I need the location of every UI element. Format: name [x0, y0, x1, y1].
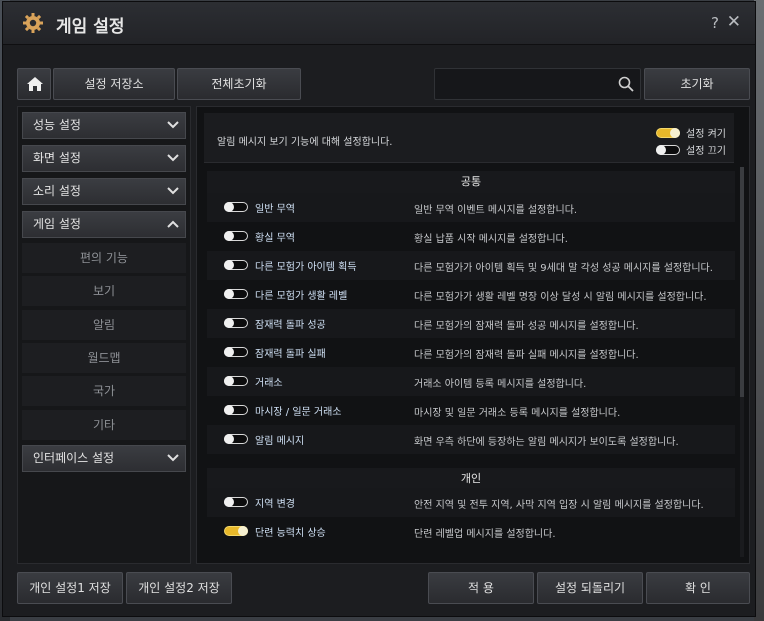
setting-row: 거래소 거래소 아이템 등록 메시지를 설정합니다. [207, 367, 735, 396]
apply-button[interactable]: 적 용 [428, 572, 534, 604]
sidebar-item-game[interactable]: 게임 설정 [22, 211, 186, 238]
setting-name: 지역 변경 [255, 499, 295, 510]
info-text: 알림 메시지 보기 기능에 대해 설정합니다. [217, 137, 393, 148]
setting-desc: 단련 레벨업 메시지를 설정합니다. [414, 529, 556, 540]
setting-name: 잠재력 돌파 실패 [255, 349, 326, 360]
close-icon[interactable]: ✕ [727, 12, 741, 32]
chevron-down-icon [167, 154, 179, 162]
scrollbar-thumb[interactable] [740, 167, 744, 397]
toggle-switch[interactable] [224, 318, 248, 328]
toggle-switch[interactable] [224, 289, 248, 299]
setting-name: 잠재력 돌파 성공 [255, 320, 326, 331]
sidebar-subitem-convenience[interactable]: 편의 기능 [22, 243, 186, 273]
reset-button[interactable]: 초기화 [644, 68, 750, 100]
toggle-switch[interactable] [224, 434, 248, 444]
sidebar-subitem-nation[interactable]: 국가 [22, 376, 186, 406]
toggle-switch[interactable] [224, 405, 248, 415]
chevron-up-icon [167, 220, 179, 228]
setting-name: 단련 능력치 상승 [255, 528, 326, 539]
toggle-switch[interactable] [224, 497, 248, 507]
sidebar: 성능 설정 화면 설정 소리 설정 게임 설정 편의 기능 보기 알림 월드맵 … [17, 106, 191, 564]
info-bar: 알림 메시지 보기 기능에 대해 설정합니다. 설정 켜기 설정 끄기 [204, 113, 734, 163]
toggle-off-icon [656, 144, 681, 155]
setting-name: 알림 메시지 [255, 436, 305, 447]
toggle-switch[interactable] [224, 347, 248, 357]
setting-row: 황실 무역 황실 납품 시작 메시지를 설정합니다. [207, 222, 735, 251]
search-icon[interactable] [618, 76, 634, 92]
title-bar[interactable]: 게임 설정 ? ✕ [3, 2, 755, 45]
toggle-on-icon [656, 127, 681, 138]
save-personal-1-button[interactable]: 개인 설정1 저장 [17, 572, 123, 604]
setting-desc: 화면 우측 하단에 등장하는 알림 메시지가 보이도록 설정합니다. [414, 437, 679, 448]
confirm-button[interactable]: 확 인 [646, 572, 750, 604]
setting-row: 잠재력 돌파 성공 다른 모험가의 잠재력 돌파 성공 메시지를 설정합니다. [207, 309, 735, 338]
revert-button[interactable]: 설정 되돌리기 [537, 572, 643, 604]
setting-row: 다른 모험가 아이템 획득 다른 모험가가 아이템 획득 및 9세대 말 각성 … [207, 251, 735, 280]
setting-desc: 다른 모험가가 아이템 획득 및 9세대 말 각성 성공 메시지를 설정합니다. [414, 263, 713, 274]
toggle-switch[interactable] [224, 260, 248, 270]
setting-desc: 거래소 아이템 등록 메시지를 설정합니다. [414, 379, 587, 390]
setting-row: 알림 메시지 화면 우측 하단에 등장하는 알림 메시지가 보이도록 설정합니다… [207, 425, 735, 454]
toggle-switch[interactable] [224, 526, 248, 536]
sidebar-item-interface[interactable]: 인터페이스 설정 [22, 445, 186, 472]
legend-off: 설정 끄기 [656, 142, 726, 157]
chevron-down-icon [167, 454, 179, 462]
setting-row: 지역 변경 안전 지역 및 전투 지역, 사막 지역 입장 시 알림 메시지를 … [207, 488, 735, 517]
setting-desc: 일반 무역 이벤트 메시지를 설정합니다. [414, 205, 578, 216]
setting-name: 다른 모험가 아이템 획득 [255, 262, 357, 273]
sidebar-subitem-worldmap[interactable]: 월드맵 [22, 343, 186, 373]
setting-row: 일반 무역 일반 무역 이벤트 메시지를 설정합니다. [207, 193, 735, 222]
sidebar-item-label: 인터페이스 설정 [33, 451, 115, 465]
sidebar-item-sound[interactable]: 소리 설정 [22, 178, 186, 205]
chevron-down-icon [167, 187, 179, 195]
setting-desc: 마시장 및 일문 거래소 등록 메시지를 설정합니다. [414, 408, 621, 419]
toggle-switch[interactable] [224, 231, 248, 241]
setting-row: 다른 모험가 생활 레벨 다른 모험가가 생활 레벨 명장 이상 달성 시 알림… [207, 280, 735, 309]
sidebar-item-display[interactable]: 화면 설정 [22, 145, 186, 172]
setting-desc: 다른 모험가의 잠재력 돌파 성공 메시지를 설정합니다. [414, 321, 639, 332]
save-personal-2-button[interactable]: 개인 설정2 저장 [126, 572, 232, 604]
sidebar-item-performance[interactable]: 성능 설정 [22, 112, 186, 139]
setting-row: 마시장 / 일문 거래소 마시장 및 일문 거래소 등록 메시지를 설정합니다. [207, 396, 735, 425]
toggle-switch[interactable] [224, 376, 248, 386]
sidebar-item-label: 화면 설정 [33, 151, 81, 165]
sidebar-item-label: 소리 설정 [33, 184, 81, 198]
settings-window: 게임 설정 ? ✕ 설정 저장소 전체초기화 초기화 성능 설정 화면 설정 소… [2, 1, 756, 617]
setting-row: 단련 능력치 상승 단련 레벨업 메시지를 설정합니다. [207, 517, 735, 546]
reset-all-button[interactable]: 전체초기화 [177, 68, 301, 100]
setting-name: 거래소 [255, 378, 283, 389]
setting-desc: 다른 모험가의 잠재력 돌파 실패 메시지를 설정합니다. [414, 350, 639, 361]
gear-icon [23, 13, 43, 33]
sidebar-item-label: 게임 설정 [33, 217, 81, 231]
setting-desc: 황실 납품 시작 메시지를 설정합니다. [414, 234, 568, 245]
setting-name: 마시장 / 일문 거래소 [255, 407, 342, 418]
setting-name: 다른 모험가 생활 레벨 [255, 291, 348, 302]
setting-row: 잠재력 돌파 실패 다른 모험가의 잠재력 돌파 실패 메시지를 설정합니다. [207, 338, 735, 367]
toggle-switch[interactable] [224, 202, 248, 212]
chevron-down-icon [167, 121, 179, 129]
content-panel: 알림 메시지 보기 기능에 대해 설정합니다. 설정 켜기 설정 끄기 공통 일… [196, 106, 750, 564]
setting-name: 황실 무역 [255, 233, 295, 244]
setting-desc: 안전 지역 및 전투 지역, 사막 지역 입장 시 알림 메시지를 설정합니다. [414, 500, 704, 511]
setting-desc: 다른 모험가가 생활 레벨 명장 이상 달성 시 알림 메시지를 설정합니다. [414, 292, 707, 303]
home-button[interactable] [17, 68, 51, 100]
home-icon [27, 77, 43, 91]
settings-store-button[interactable]: 설정 저장소 [53, 68, 175, 100]
search-input[interactable] [441, 75, 615, 95]
sidebar-subitem-alerts[interactable]: 알림 [22, 310, 186, 340]
legend-on-label: 설정 켜기 [686, 129, 726, 140]
section-common-title: 공통 [207, 171, 735, 193]
sidebar-subitem-view[interactable]: 보기 [22, 276, 186, 306]
legend-off-label: 설정 끄기 [686, 146, 726, 157]
help-icon[interactable]: ? [711, 14, 719, 32]
window-title: 게임 설정 [56, 17, 125, 37]
section-personal-title: 개인 [207, 468, 735, 490]
sidebar-item-label: 성능 설정 [33, 118, 81, 132]
sidebar-subitem-etc[interactable]: 기타 [22, 410, 186, 440]
search-box[interactable] [434, 68, 641, 100]
setting-name: 일반 무역 [255, 204, 295, 215]
legend-on: 설정 켜기 [656, 125, 726, 140]
